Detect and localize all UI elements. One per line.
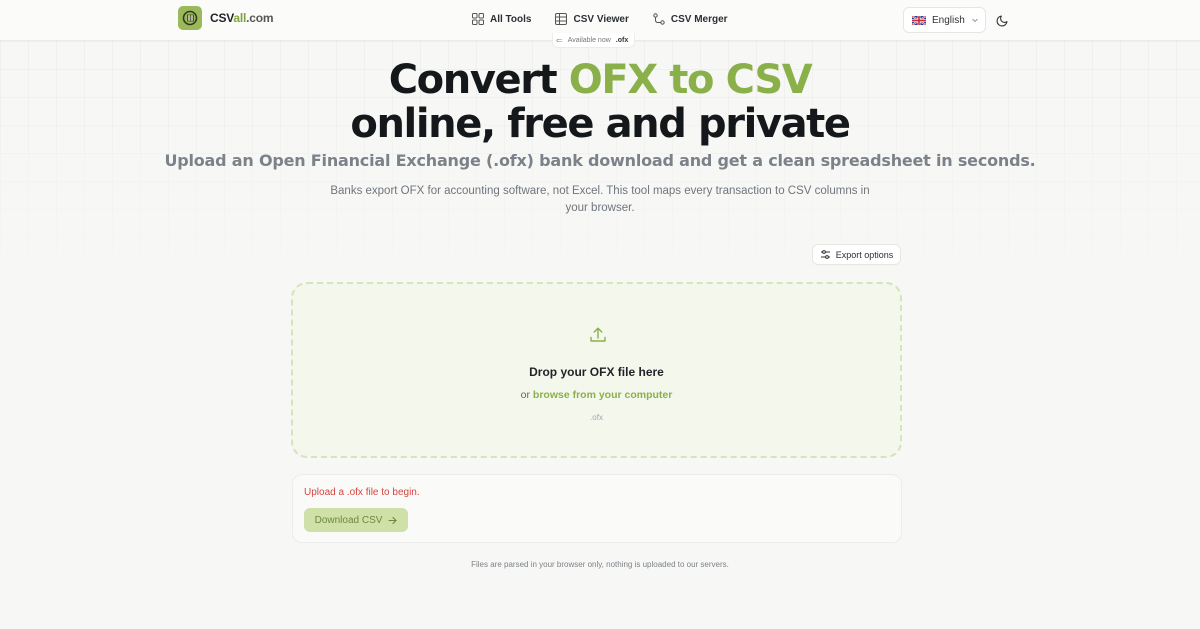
page-title: Convert OFX to CSV online, free and priv…	[0, 58, 1200, 146]
logo-icon	[178, 6, 202, 30]
language-selector[interactable]: English	[903, 7, 986, 33]
upload-icon	[590, 327, 606, 342]
download-csv-label: Download CSV	[314, 514, 383, 526]
title-line2: online, free and private	[350, 101, 851, 147]
main-nav: All Tools CSV Viewer CSV Merger	[472, 13, 728, 25]
uk-flag-icon	[912, 15, 926, 25]
moon-icon[interactable]	[996, 13, 1010, 27]
arrow-left-icon: ⇐	[556, 35, 563, 45]
nav-csv-merger[interactable]: CSV Merger	[653, 13, 728, 25]
title-highlight: OFX to CSV	[568, 57, 813, 103]
logo-prefix: CSV	[210, 11, 234, 25]
nav-all-tools-label: All Tools	[490, 13, 532, 25]
accepted-extension: .ofx	[590, 413, 603, 422]
availability-badge: ⇐ Available now .ofx	[552, 33, 636, 48]
logo-suffix: .com	[246, 11, 274, 25]
nav-csv-merger-label: CSV Merger	[670, 13, 728, 25]
dropzone-title: Drop your OFX file here	[529, 365, 664, 379]
badge-ext: .ofx	[615, 36, 629, 44]
result-panel: Upload a .ofx file to begin. Download CS…	[292, 474, 902, 543]
nav-all-tools[interactable]: All Tools	[472, 13, 531, 25]
chevron-down-icon	[971, 18, 978, 23]
export-options-button[interactable]: Export options	[812, 244, 901, 265]
browse-prefix: or	[520, 389, 533, 401]
export-options-label: Export options	[835, 249, 894, 260]
status-message: Upload a .ofx file to begin.	[304, 487, 420, 498]
download-csv-button[interactable]: Download CSV	[304, 508, 408, 532]
logo-accent: all	[233, 11, 247, 25]
nav-csv-viewer-label: CSV Viewer	[573, 13, 629, 25]
logo-text: CSVall.com	[210, 11, 274, 25]
nav-csv-viewer[interactable]: CSV Viewer	[555, 13, 629, 25]
file-dropzone[interactable]: Drop your OFX file here or browse from y…	[291, 282, 902, 458]
page-description: Banks export OFX for accounting software…	[330, 185, 870, 214]
sliders-icon	[820, 250, 830, 259]
browse-link[interactable]: browse from your computer	[533, 389, 672, 401]
arrow-right-icon	[388, 516, 398, 524]
merge-icon	[653, 13, 665, 25]
dropzone-browse: or browse from your computer	[293, 389, 900, 401]
privacy-footnote: Files are parsed in your browser only, n…	[471, 560, 729, 569]
badge-text: Available now	[567, 36, 611, 44]
title-part1: Convert	[388, 57, 569, 103]
language-label: English	[932, 14, 965, 26]
table-icon	[555, 13, 568, 25]
grid-icon	[472, 13, 484, 25]
logo[interactable]: CSVall.com	[178, 6, 274, 30]
page-subtitle: Upload an Open Financial Exchange (.ofx)…	[164, 151, 1036, 170]
